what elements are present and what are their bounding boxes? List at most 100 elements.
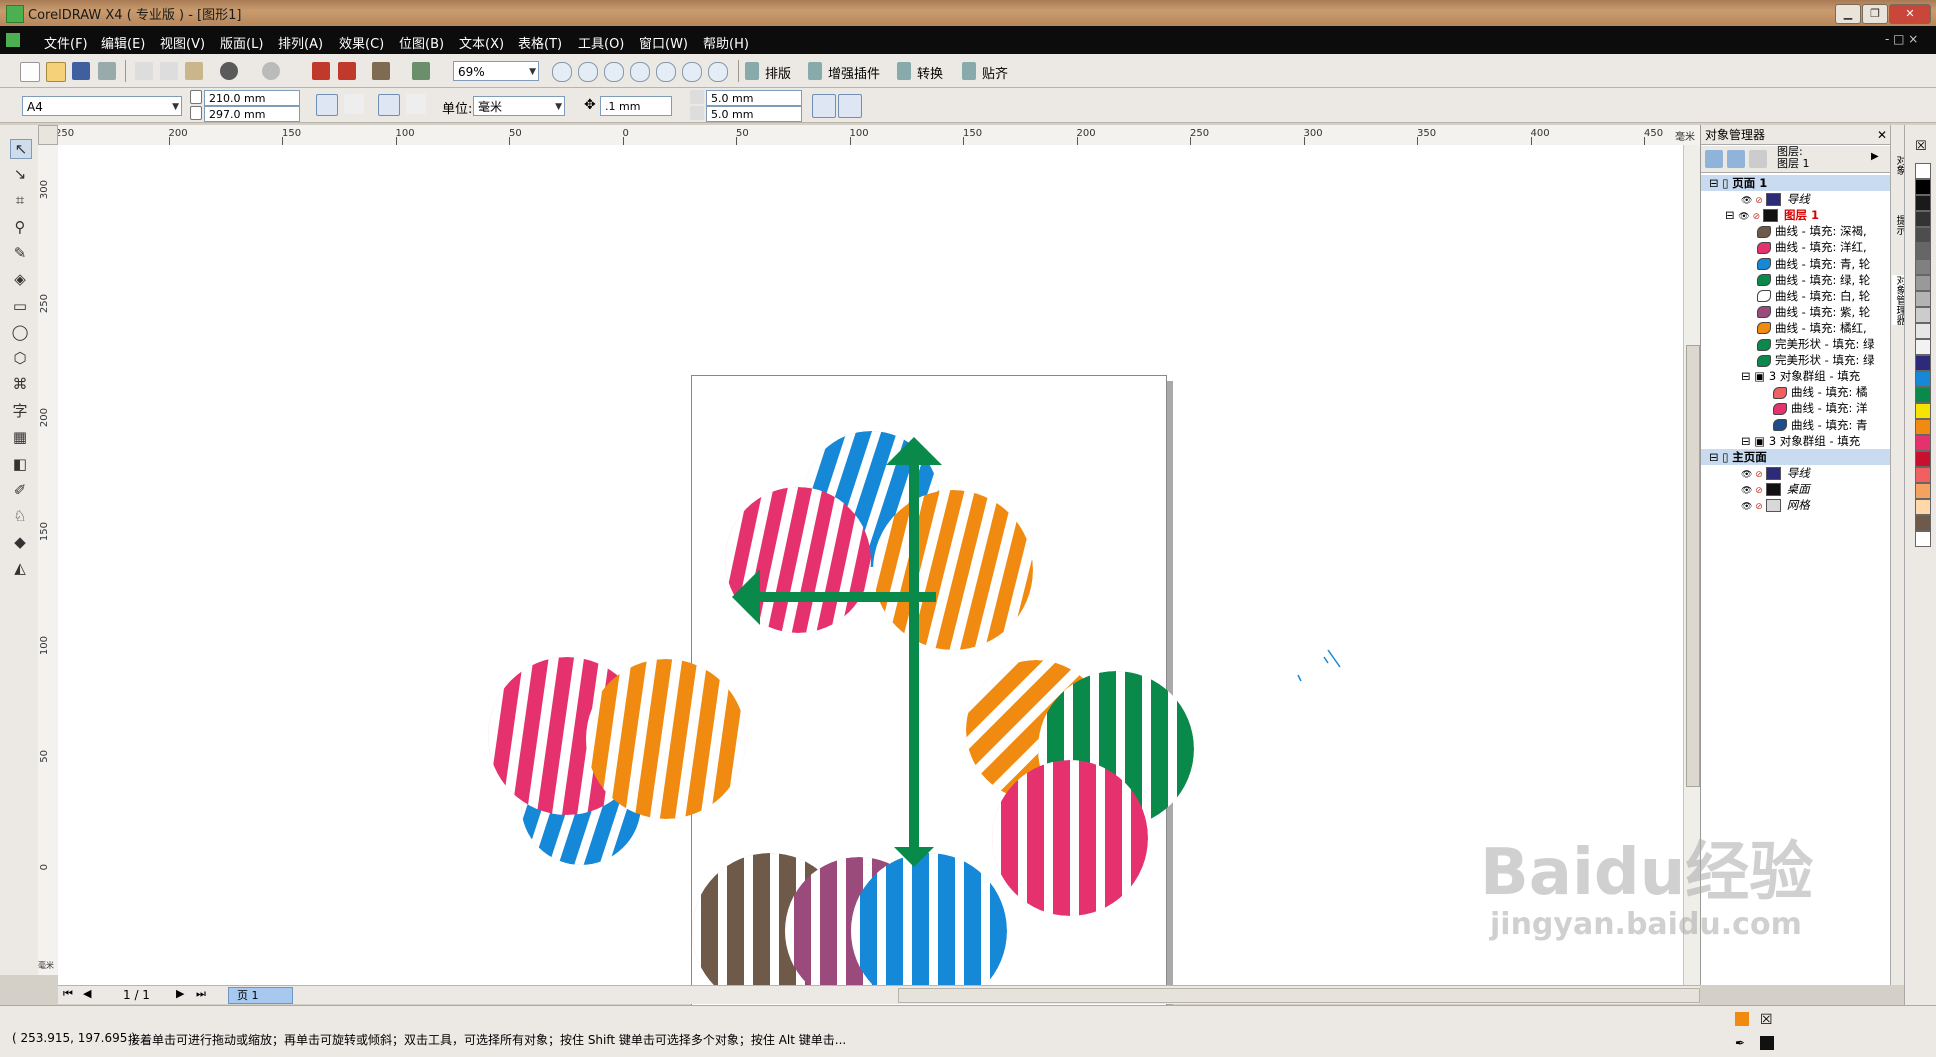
zoom-level-select[interactable]: 69% ▼ (453, 61, 539, 81)
page-height-input[interactable]: 297.0 mm (204, 106, 300, 122)
zoom-width-icon[interactable] (682, 62, 702, 82)
menu-file[interactable]: 文件(F) (44, 33, 88, 52)
cut-icon[interactable] (135, 62, 153, 80)
zoom-height-icon[interactable] (708, 62, 728, 82)
palette-swatch[interactable] (1915, 499, 1931, 515)
menu-edit[interactable]: 编辑(E) (101, 33, 145, 52)
app-launcher-icon[interactable] (372, 62, 390, 80)
palette-swatch[interactable] (1915, 355, 1931, 371)
current-page-icon[interactable] (406, 94, 426, 114)
palette-swatch[interactable] (1915, 387, 1931, 403)
table-tool-icon[interactable]: ▦ (10, 428, 30, 446)
palette-swatch[interactable] (1915, 323, 1931, 339)
printable-icon[interactable]: ⊘ (1750, 212, 1763, 222)
page-width-input[interactable]: 210.0 mm (204, 90, 300, 106)
save-icon[interactable] (72, 62, 90, 80)
layer-color-swatch[interactable] (1765, 193, 1781, 207)
palette-swatch[interactable] (1915, 419, 1931, 435)
nudge-distance-input[interactable]: .1 mm (600, 96, 672, 116)
close-button[interactable]: ✕ (1889, 4, 1931, 24)
visibility-icon[interactable]: 👁 (1741, 196, 1752, 206)
visibility-icon[interactable]: 👁 (1741, 502, 1752, 512)
palette-swatch[interactable] (1915, 259, 1931, 275)
interactive-blend-tool-icon[interactable]: ◧ (10, 455, 30, 473)
crop-tool-icon[interactable]: ⌗ (10, 191, 30, 209)
paper-size-select[interactable]: A4 ▼ (22, 96, 182, 116)
tree-object-row[interactable]: 完美形状 - 填充: 绿 (1701, 336, 1891, 352)
layer-color-swatch[interactable] (1765, 482, 1781, 496)
tree-group-row[interactable]: ⊟ ▣ 3 对象群组 - 填充 (1701, 368, 1891, 384)
landscape-icon[interactable] (344, 94, 364, 114)
duplicate-y-input[interactable]: 5.0 mm (706, 106, 802, 122)
tree-group-row[interactable]: ⊟ ▣ 3 对象群组 - 填充 (1701, 433, 1891, 449)
layer-manager-view-icon[interactable] (1749, 150, 1767, 168)
palette-swatch[interactable] (1915, 531, 1931, 547)
layer-color-swatch[interactable] (1765, 466, 1781, 480)
tree-object-row[interactable]: 曲线 - 填充: 紫, 轮 (1701, 304, 1891, 320)
zoom-selected-icon[interactable] (604, 62, 624, 82)
drawing-canvas[interactable] (58, 145, 1694, 1049)
no-color-swatch[interactable]: ☒ (1915, 139, 1927, 154)
text-tool-icon[interactable]: 字 (10, 402, 30, 420)
tree-object-row[interactable]: 曲线 - 填充: 洋 (1701, 400, 1891, 416)
convert-button[interactable]: 转换 (917, 63, 943, 82)
horizontal-scrollbar[interactable] (898, 988, 1700, 1003)
shape-tool-icon[interactable]: ↘ (10, 165, 30, 183)
first-page-icon[interactable]: ⏮ (63, 987, 73, 1001)
redo-icon[interactable] (262, 62, 280, 80)
tree-object-row[interactable]: 曲线 - 填充: 青 (1701, 417, 1891, 433)
minimize-button[interactable]: ▁ (1835, 4, 1861, 24)
print-icon[interactable] (98, 62, 116, 80)
tree-object-row[interactable]: 曲线 - 填充: 洋红, (1701, 239, 1891, 255)
page-tab[interactable]: 页 1 (228, 987, 293, 1004)
tree-object-row[interactable]: 完美形状 - 填充: 绿 (1701, 352, 1891, 368)
layer-color-swatch[interactable] (1763, 209, 1778, 223)
new-icon[interactable] (20, 62, 40, 82)
expand-toggle-icon[interactable]: ⊟ (1741, 434, 1754, 448)
all-pages-icon[interactable] (378, 94, 400, 116)
menu-view[interactable]: 视图(V) (160, 33, 205, 52)
tree-layer-row[interactable]: 👁 ⊘ 网格 (1701, 497, 1891, 513)
tree-layer-row[interactable]: 👁 ⊘ 桌面 (1701, 481, 1891, 497)
tree-layer-row[interactable]: 👁 ⊘ 导线 (1701, 465, 1891, 481)
ellipse-tool-icon[interactable]: ◯ (10, 323, 30, 341)
menu-text[interactable]: 文本(X) (459, 33, 504, 52)
zoom-page-icon[interactable] (656, 62, 676, 82)
polygon-tool-icon[interactable]: ⬡ (10, 349, 30, 367)
import-icon[interactable] (312, 62, 330, 80)
visibility-icon[interactable]: 👁 (1741, 486, 1752, 496)
tree-object-row[interactable]: 曲线 - 填充: 绿, 轮 (1701, 272, 1891, 288)
portrait-icon[interactable] (316, 94, 338, 116)
menu-bitmaps[interactable]: 位图(B) (399, 33, 444, 52)
tree-layer-row[interactable]: 👁 ⊘ 导线 (1701, 191, 1891, 207)
menu-arrange[interactable]: 排列(A) (278, 33, 323, 52)
visibility-icon[interactable]: 👁 (1738, 212, 1749, 222)
palette-swatch[interactable] (1915, 307, 1931, 323)
previous-page-icon[interactable]: ◀ (83, 987, 91, 1000)
palette-swatch[interactable] (1915, 467, 1931, 483)
expand-toggle-icon[interactable]: ⊟ (1709, 176, 1722, 190)
menu-window[interactable]: 窗口(W) (639, 33, 688, 52)
next-page-icon[interactable]: ▶ (176, 987, 184, 1000)
layout-button[interactable]: 排版 (765, 63, 791, 82)
palette-swatch[interactable] (1915, 179, 1931, 195)
undo-icon[interactable] (220, 62, 238, 80)
tree-page-row[interactable]: ⊟ ▯ 页面 1 (1701, 175, 1891, 191)
palette-swatch[interactable] (1915, 163, 1931, 179)
tree-object-row[interactable]: 曲线 - 填充: 深褐, (1701, 223, 1891, 239)
printable-icon[interactable]: ⊘ (1752, 486, 1765, 496)
palette-swatch[interactable] (1915, 227, 1931, 243)
export-icon[interactable] (338, 62, 356, 80)
welcome-screen-icon[interactable] (412, 62, 430, 80)
tree-object-row[interactable]: 曲线 - 填充: 青, 轮 (1701, 256, 1891, 272)
palette-swatch[interactable] (1915, 451, 1931, 467)
expand-toggle-icon[interactable]: ⊟ (1709, 450, 1722, 464)
palette-swatch[interactable] (1915, 195, 1931, 211)
vertical-scroll-thumb[interactable] (1686, 345, 1700, 787)
options-icon[interactable] (838, 94, 862, 118)
tree-object-row[interactable]: 曲线 - 填充: 橘红, (1701, 320, 1891, 336)
menu-help[interactable]: 帮助(H) (703, 33, 749, 52)
printable-icon[interactable]: ⊘ (1752, 196, 1765, 206)
palette-swatch[interactable] (1915, 291, 1931, 307)
palette-swatch[interactable] (1915, 371, 1931, 387)
